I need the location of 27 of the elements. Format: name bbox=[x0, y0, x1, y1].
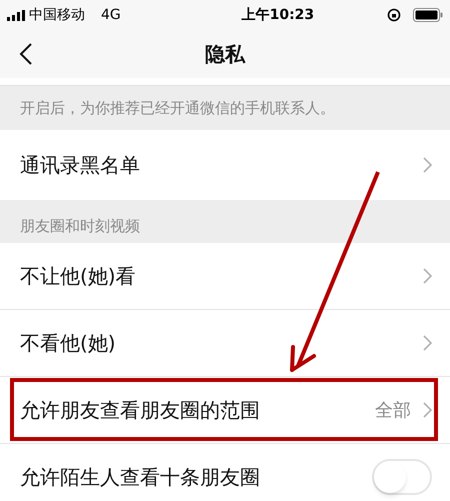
chevron-icon bbox=[423, 335, 432, 351]
row-label: 允许朋友查看朋友圈的范围 bbox=[20, 397, 260, 424]
section-header: 朋友圈和时刻视频 bbox=[20, 216, 140, 236]
row-value: 全部 bbox=[375, 398, 411, 422]
chevron-icon bbox=[423, 268, 432, 284]
settings-row[interactable]: 允许陌生人查看十条朋友圈 bbox=[0, 444, 450, 501]
setting-description: 开启后，为你推荐已经开通微信的手机联系人。 bbox=[20, 98, 335, 119]
carrier-name: 中国移动 bbox=[29, 6, 85, 24]
network-type: 4G bbox=[101, 6, 121, 24]
toggle-switch[interactable] bbox=[372, 459, 432, 495]
status-time: 上午10:23 bbox=[242, 6, 314, 24]
chevron-icon bbox=[423, 157, 432, 173]
page-title: 隐私 bbox=[205, 41, 245, 68]
back-icon[interactable] bbox=[19, 43, 32, 65]
row-label: 不看他(她) bbox=[20, 330, 116, 357]
chevron-icon bbox=[423, 402, 432, 418]
row-label: 允许陌生人查看十条朋友圈 bbox=[20, 464, 260, 491]
battery-icon bbox=[413, 8, 443, 22]
signal-icon bbox=[7, 10, 25, 20]
settings-row[interactable]: 不让他(她)看 bbox=[0, 243, 450, 310]
settings-row[interactable]: 允许朋友查看朋友圈的范围 全部 bbox=[0, 377, 450, 444]
row-label: 通讯录黑名单 bbox=[20, 152, 140, 179]
row-label: 不让他(她)看 bbox=[20, 263, 136, 290]
settings-row[interactable]: 不看他(她) bbox=[0, 310, 450, 377]
settings-row[interactable]: 通讯录黑名单 bbox=[0, 130, 450, 200]
settings-row[interactable] bbox=[0, 78, 450, 86]
rotation-lock-icon bbox=[387, 8, 401, 22]
